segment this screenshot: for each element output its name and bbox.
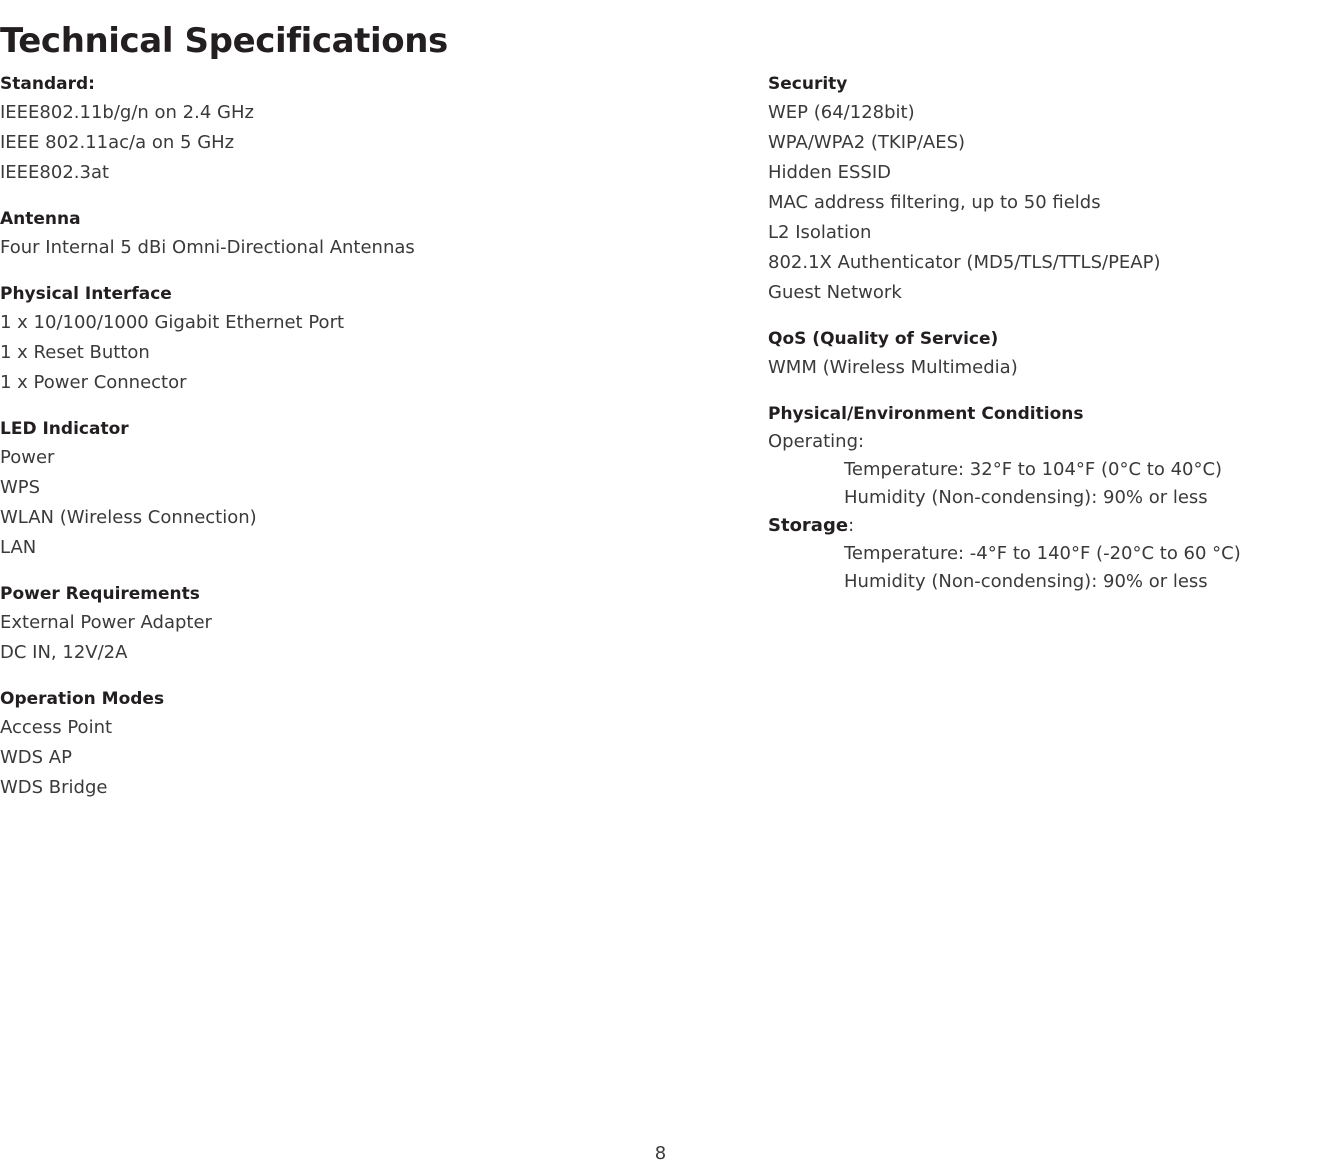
spec-line: DC IN, 12V/2A: [0, 642, 128, 663]
spec-block-operation-modes: Operation Modes Access Point WDS AP WDS …: [0, 685, 690, 803]
spec-line: WPA/WPA2 (TKIP/AES): [768, 132, 966, 153]
spec-line: Hidden ESSID: [768, 162, 891, 183]
spec-heading: LED Indicator: [0, 419, 129, 439]
spec-heading: Standard:: [0, 74, 95, 94]
spec-line: Access Point: [0, 717, 113, 738]
spec-heading: Power Requirements: [0, 584, 200, 604]
spec-heading: Physical/Environment Conditions: [768, 404, 1084, 424]
spec-block-led-indicator: LED Indicator Power WPS WLAN (Wireless C…: [0, 415, 690, 563]
spec-line: WEP (64/128bit): [768, 102, 915, 123]
spec-line: LAN: [0, 537, 37, 558]
right-column: Security WEP (64/128bit) WPA/WPA2 (TKIP/…: [768, 70, 1321, 596]
spec-line: WLAN (Wireless Connection): [0, 507, 257, 528]
spec-line: MAC address filtering, up to 50 fields: [768, 192, 1101, 213]
spec-line: Humidity (Non-condensing): 90% or less: [844, 487, 1208, 508]
storage-label-text: Storage: [768, 515, 849, 536]
storage-label-colon: :: [848, 515, 855, 536]
spec-line: Temperature: -4°F to 140°F (-20°C to 60 …: [844, 543, 1241, 564]
spec-block-standard: Standard: IEEE802.11b/g/n on 2.4 GHz IEE…: [0, 70, 690, 188]
spec-line: WMM (Wireless Multimedia): [768, 357, 1018, 378]
spec-line: WPS: [0, 477, 41, 498]
spec-line: 1 x Power Connector: [0, 372, 187, 393]
spec-line: Temperature: 32°F to 104°F (0°C to 40°C): [844, 459, 1223, 480]
page-number: 8: [654, 1143, 667, 1164]
spec-line: L2 Isolation: [768, 222, 872, 243]
spec-heading: Operation Modes: [0, 689, 165, 709]
spec-line: WDS AP: [0, 747, 72, 768]
spec-line: IEEE802.11b/g/n on 2.4 GHz: [0, 102, 254, 123]
spec-line: 1 x 10/100/1000 Gigabit Ethernet Port: [0, 312, 345, 333]
spec-heading: Physical Interface: [0, 284, 172, 304]
spec-block-antenna: Antenna Four Internal 5 dBi Omni-Directi…: [0, 205, 690, 263]
spec-heading: Antenna: [0, 209, 81, 229]
spec-block-qos: QoS (Quality of Service) WMM (Wireless M…: [768, 325, 1321, 383]
spec-line: External Power Adapter: [0, 612, 212, 633]
spec-line: Humidity (Non-condensing): 90% or less: [844, 571, 1208, 592]
spec-line: 1 x Reset Button: [0, 342, 150, 363]
specification-page: Technical Specifications Standard: IEEE8…: [0, 0, 1321, 1170]
spec-block-security: Security WEP (64/128bit) WPA/WPA2 (TKIP/…: [768, 70, 1321, 308]
spec-line: Four Internal 5 dBi Omni-Directional Ant…: [0, 237, 415, 258]
spec-line: 802.1X Authenticator (MD5/TLS/TTLS/PEAP): [768, 252, 1161, 273]
spec-line: Power: [0, 447, 55, 468]
spec-block-environment: Physical/Environment Conditions Operatin…: [768, 400, 1321, 596]
spec-block-power-requirements: Power Requirements External Power Adapte…: [0, 580, 690, 668]
spec-heading: QoS (Quality of Service): [768, 329, 999, 349]
spec-line: Guest Network: [768, 282, 902, 303]
operating-label: Operating:: [768, 431, 865, 452]
left-column: Standard: IEEE802.11b/g/n on 2.4 GHz IEE…: [0, 70, 690, 803]
page-title: Technical Specifications: [0, 20, 448, 61]
spec-line: IEEE802.3at: [0, 162, 110, 183]
spec-line: WDS Bridge: [0, 777, 108, 798]
spec-heading: Security: [768, 74, 848, 94]
storage-label: Storage:: [768, 512, 1321, 540]
spec-line: IEEE 802.11ac/a on 5 GHz: [0, 132, 235, 153]
spec-block-physical-interface: Physical Interface 1 x 10/100/1000 Gigab…: [0, 280, 690, 398]
